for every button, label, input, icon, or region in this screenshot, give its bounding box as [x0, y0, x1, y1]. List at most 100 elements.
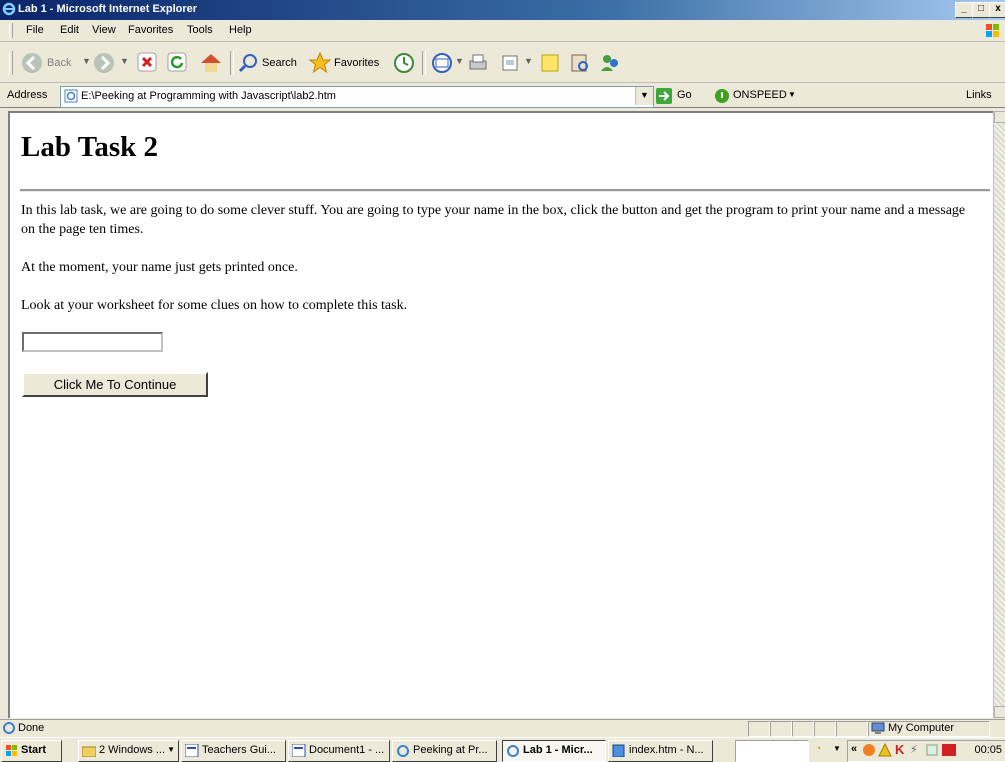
minimize-button[interactable]: _ — [955, 2, 973, 18]
edit-page-icon — [502, 55, 518, 71]
network-icon[interactable]: ⚡ — [910, 743, 918, 756]
scroll-down-button[interactable] — [994, 706, 1005, 718]
close-button[interactable]: x — [989, 2, 1005, 18]
status-bar: Done My Computer — [0, 719, 1005, 737]
note-icon — [541, 54, 559, 72]
back-button[interactable]: Back — [20, 51, 80, 75]
back-dropdown-icon[interactable]: ▼ — [82, 56, 91, 80]
menu-tools[interactable]: Tools — [187, 24, 213, 36]
research-button[interactable] — [568, 51, 592, 75]
address-url: E:\Peeking at Programming with Javascrip… — [81, 90, 336, 102]
taskbar-item-teachers-guide[interactable]: Teachers Gui... — [181, 740, 286, 762]
vertical-scrollbar[interactable] — [993, 111, 1005, 718]
star-icon — [308, 51, 332, 74]
taskbar-item-document1[interactable]: Document1 - ... — [288, 740, 390, 762]
ie-logo-icon — [2, 2, 16, 16]
status-cell — [748, 721, 770, 737]
word-document-icon — [185, 744, 199, 757]
address-label: Address — [7, 89, 48, 101]
show-hidden-icons-icon[interactable]: « — [851, 743, 857, 755]
taskbar-address-field[interactable] — [735, 740, 809, 762]
toolbar-grip[interactable] — [9, 51, 13, 75]
menu-view[interactable]: View — [92, 24, 116, 36]
status-cell — [814, 721, 836, 737]
name-input[interactable] — [22, 332, 163, 352]
mail-icon — [432, 53, 452, 73]
status-text: Done — [18, 722, 45, 734]
toolbar-separator — [230, 51, 234, 75]
hint-paragraph: Look at your worksheet for some clues on… — [21, 298, 408, 313]
history-button[interactable] — [392, 51, 416, 75]
ie-page-icon — [3, 722, 15, 734]
refresh-button[interactable] — [166, 51, 190, 75]
antivirus-icon[interactable] — [862, 743, 876, 757]
status-paragraph: At the moment, your name just gets print… — [21, 260, 298, 275]
search-icon — [238, 54, 257, 73]
home-button[interactable] — [198, 51, 224, 75]
ie-icon — [397, 745, 409, 757]
address-field[interactable]: E:\Peeking at Programming with Javascrip… — [60, 86, 654, 108]
back-arrow-icon — [22, 53, 42, 73]
menu-help[interactable]: Help — [229, 24, 252, 36]
chevron-down-icon[interactable]: ▼ — [833, 744, 841, 753]
scroll-up-button[interactable] — [994, 111, 1005, 123]
address-bar: Address E:\Peeking at Programming with J… — [0, 84, 1005, 108]
forward-button[interactable] — [92, 51, 116, 75]
mail-button[interactable] — [430, 51, 454, 75]
links-button[interactable]: Links — [966, 89, 992, 101]
stop-button[interactable] — [136, 51, 160, 75]
maximize-button[interactable]: □ — [972, 2, 990, 18]
k-icon[interactable]: K — [895, 742, 904, 757]
menu-bar: File Edit View Favorites Tools Help — [0, 20, 1005, 42]
stop-icon — [137, 52, 157, 72]
onspeed-toolbar-button[interactable]: ONSPEED ▼ — [714, 87, 804, 105]
go-button[interactable]: Go — [655, 87, 705, 105]
history-icon — [394, 53, 414, 73]
messenger-button[interactable] — [598, 51, 622, 75]
taskbar-item-lab1[interactable]: Lab 1 - Micr... — [502, 740, 606, 762]
menu-grip[interactable] — [9, 23, 13, 38]
forward-arrow-icon — [94, 53, 114, 73]
quicklaunch-icon[interactable]: ◔ — [815, 743, 822, 755]
taskbar: Start 2 Windows ... ▼ Teachers Gui... Do… — [0, 737, 1005, 762]
horizontal-rule — [20, 189, 990, 192]
my-computer-icon — [871, 722, 885, 734]
adobe-icon[interactable] — [942, 744, 956, 756]
taskbar-item-index-notepad[interactable]: index.htm - N... — [608, 740, 713, 762]
windows-logo-icon — [986, 24, 999, 37]
mail-dropdown-icon[interactable]: ▼ — [455, 56, 464, 80]
notes-button[interactable] — [538, 51, 562, 75]
menu-edit[interactable]: Edit — [60, 24, 79, 36]
system-tray: « K ⚡ 00:05 — [847, 740, 1005, 762]
zone-text: My Computer — [888, 722, 955, 734]
forward-dropdown-icon[interactable]: ▼ — [120, 56, 129, 80]
edit-dropdown-icon[interactable]: ▼ — [524, 56, 533, 80]
menu-favorites[interactable]: Favorites — [128, 24, 173, 36]
chevron-down-icon: ▼ — [788, 90, 796, 99]
printer-icon — [469, 54, 487, 70]
messenger-icon — [601, 55, 618, 71]
print-button[interactable] — [466, 51, 490, 75]
tray-app-icon[interactable] — [926, 744, 938, 756]
menu-file[interactable]: File — [26, 24, 44, 36]
favorites-button[interactable]: Favorites — [308, 51, 392, 75]
search-button[interactable]: Search — [238, 51, 304, 75]
continue-button[interactable]: Click Me To Continue — [22, 372, 208, 397]
title-bar[interactable]: Lab 1 - Microsoft Internet Explorer _ □ … — [0, 0, 1005, 20]
status-cell — [836, 721, 868, 737]
taskbar-item-peeking-at-programming[interactable]: Peeking at Pr... — [392, 740, 497, 762]
window-title: Lab 1 - Microsoft Internet Explorer — [18, 3, 198, 15]
go-arrow-icon — [656, 88, 672, 104]
page-icon — [64, 89, 78, 103]
edit-button[interactable] — [498, 51, 522, 75]
warning-icon[interactable] — [878, 743, 892, 757]
status-cell — [792, 721, 814, 737]
page-heading: Lab Task 2 — [21, 131, 159, 163]
notepad-icon — [612, 744, 625, 757]
toolbar-separator — [422, 51, 426, 75]
address-dropdown-button[interactable]: ▼ — [635, 87, 653, 105]
start-button[interactable]: Start — [1, 740, 62, 762]
taskbar-item-windows-group[interactable]: 2 Windows ... ▼ — [78, 740, 179, 762]
status-cell — [770, 721, 792, 737]
folder-icon — [82, 746, 96, 757]
